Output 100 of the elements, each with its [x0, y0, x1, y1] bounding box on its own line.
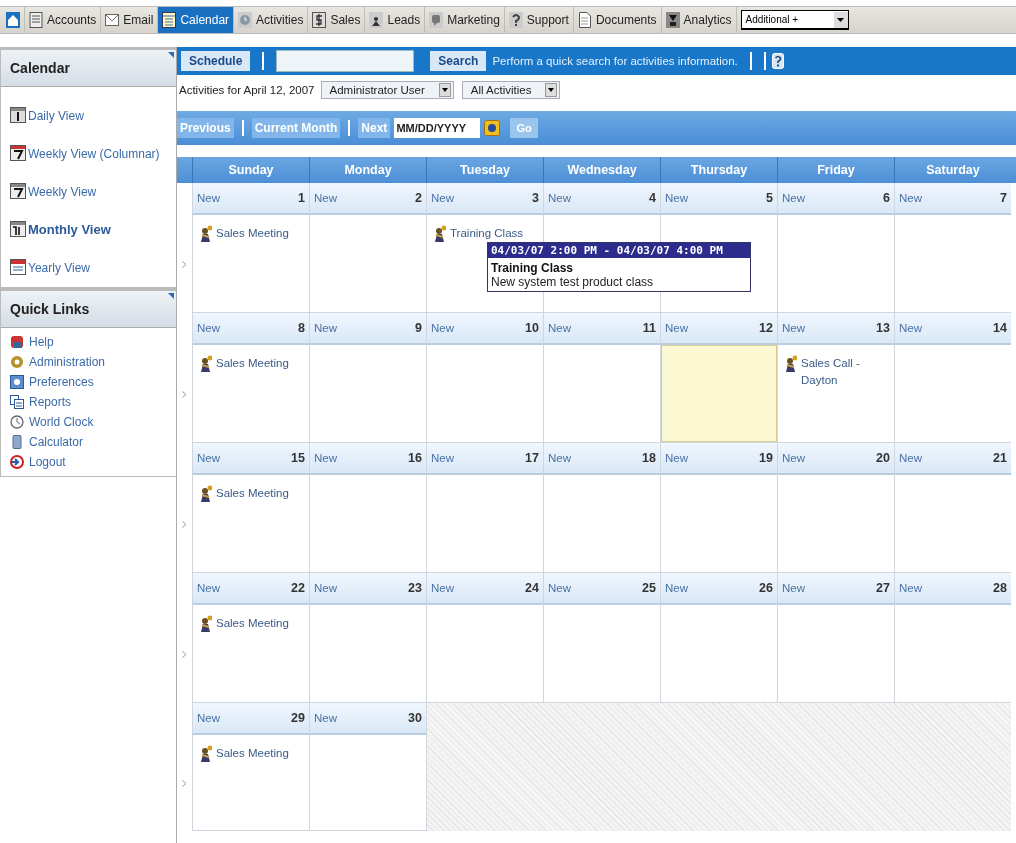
- new-link[interactable]: New: [197, 712, 220, 724]
- nav-tab[interactable]: Analytics: [661, 7, 737, 33]
- tooltip-time: 04/03/07 2:00 PM - 04/03/07 4:00 PM: [488, 243, 750, 258]
- nav-tab[interactable]: Calendar: [158, 7, 235, 33]
- quick-link[interactable]: Calculator: [1, 432, 176, 452]
- quick-link[interactable]: Logout: [1, 452, 176, 472]
- search-button[interactable]: Search: [430, 51, 487, 71]
- help-icon[interactable]: [771, 53, 784, 69]
- day-number: 30: [408, 711, 422, 725]
- activity-type-select[interactable]: All Activities: [461, 81, 561, 99]
- new-link[interactable]: New: [431, 452, 454, 464]
- event-link[interactable]: Training Class: [450, 225, 524, 242]
- nav-tab[interactable]: Sales: [308, 7, 366, 33]
- calendar-view-link[interactable]: Weekly View: [1, 167, 176, 205]
- quick-link[interactable]: Help: [1, 332, 176, 352]
- new-link[interactable]: New: [665, 452, 688, 464]
- schedule-button[interactable]: Schedule: [181, 51, 251, 71]
- new-link[interactable]: New: [197, 582, 220, 594]
- new-link[interactable]: New: [899, 582, 922, 594]
- new-link[interactable]: New: [197, 452, 220, 464]
- expand-chevron-icon[interactable]: [182, 779, 187, 787]
- quick-link[interactable]: Reports: [1, 392, 176, 412]
- new-link[interactable]: New: [665, 322, 688, 334]
- new-link[interactable]: New: [431, 322, 454, 334]
- new-link[interactable]: New: [314, 322, 337, 334]
- home-icon: [6, 12, 20, 28]
- search-field[interactable]: [276, 50, 415, 72]
- new-link[interactable]: New: [548, 322, 571, 334]
- new-link[interactable]: New: [314, 712, 337, 724]
- new-link[interactable]: New: [314, 192, 337, 204]
- day-number: 27: [876, 581, 890, 595]
- nav-tab[interactable]: Leads: [365, 7, 426, 33]
- new-link[interactable]: New: [314, 582, 337, 594]
- page-icon: [577, 12, 592, 28]
- nav-tab[interactable]: Activities: [234, 7, 309, 33]
- day-number: 23: [408, 581, 422, 595]
- dropdown-arrow-icon: [548, 88, 555, 92]
- day-number: 14: [993, 321, 1007, 335]
- corner-triangle-icon[interactable]: [168, 52, 174, 58]
- day-number: 8: [298, 321, 305, 335]
- new-link[interactable]: New: [782, 452, 805, 464]
- calculator-icon: [10, 435, 24, 449]
- day-number: 17: [525, 451, 539, 465]
- event-link[interactable]: Sales Meeting: [216, 225, 289, 242]
- nav-tab[interactable]: Support: [504, 7, 574, 33]
- quick-link[interactable]: Preferences: [1, 372, 176, 392]
- day-number: 28: [993, 581, 1007, 595]
- expand-chevron-icon[interactable]: [182, 650, 187, 658]
- event-link[interactable]: Sales Meeting: [216, 355, 289, 372]
- new-link[interactable]: New: [548, 582, 571, 594]
- new-link[interactable]: New: [665, 582, 688, 594]
- calendar-view-link[interactable]: Weekly View (Columnar): [1, 129, 176, 167]
- day-number: 19: [759, 451, 773, 465]
- panel-title: Calendar: [10, 60, 70, 76]
- expand-chevron-icon[interactable]: [182, 260, 187, 268]
- new-link[interactable]: New: [782, 582, 805, 594]
- expand-chevron-icon[interactable]: [182, 520, 187, 528]
- new-link[interactable]: New: [782, 322, 805, 334]
- clock-icon: [238, 12, 253, 28]
- new-link[interactable]: New: [782, 192, 805, 204]
- event-link[interactable]: Sales Meeting: [216, 615, 289, 632]
- date-picker-icon[interactable]: [484, 120, 501, 136]
- nav-tab[interactable]: Marketing: [425, 7, 505, 33]
- new-link[interactable]: New: [314, 452, 337, 464]
- event-link[interactable]: Sales Meeting: [216, 745, 289, 762]
- quick-link[interactable]: Administration: [1, 352, 176, 372]
- nav-tab[interactable]: Accounts: [25, 7, 102, 33]
- quick-link[interactable]: World Clock: [1, 412, 176, 432]
- new-link[interactable]: New: [899, 322, 922, 334]
- day-number: 29: [291, 711, 305, 725]
- day-number: 4: [649, 191, 656, 205]
- event-link[interactable]: Sales Call - Dayton: [801, 355, 892, 389]
- day-number: 3: [532, 191, 539, 205]
- corner-triangle-icon[interactable]: [168, 293, 174, 299]
- new-link[interactable]: New: [665, 192, 688, 204]
- day-number: 6: [883, 191, 890, 205]
- date-field[interactable]: MM/DD/YYYY: [394, 118, 481, 138]
- new-link[interactable]: New: [197, 192, 220, 204]
- event-link[interactable]: Sales Meeting: [216, 485, 289, 502]
- calendar-view-link[interactable]: Monthly View: [1, 205, 176, 243]
- day-number: 25: [642, 581, 656, 595]
- calendar-view-link[interactable]: Yearly View: [1, 243, 176, 281]
- new-link[interactable]: New: [548, 192, 571, 204]
- new-link[interactable]: New: [431, 582, 454, 594]
- new-link[interactable]: New: [548, 452, 571, 464]
- user-select[interactable]: Administrator User: [320, 81, 454, 99]
- calendar-view-link[interactable]: Daily View: [1, 91, 176, 129]
- expand-chevron-icon[interactable]: [182, 390, 187, 398]
- nav-tab[interactable]: Documents: [573, 7, 662, 33]
- panel-title: Quick Links: [10, 301, 90, 317]
- day-number: 24: [525, 581, 539, 595]
- calendar-week-icon: [10, 145, 26, 161]
- additional-select[interactable]: Additional +: [740, 10, 849, 30]
- new-link[interactable]: New: [899, 192, 922, 204]
- calendar-week-icon: [10, 183, 26, 199]
- new-link[interactable]: New: [197, 322, 220, 334]
- day-number: 1: [298, 191, 305, 205]
- new-link[interactable]: New: [431, 192, 454, 204]
- new-link[interactable]: New: [899, 452, 922, 464]
- tooltip-title: Training Class: [490, 260, 575, 275]
